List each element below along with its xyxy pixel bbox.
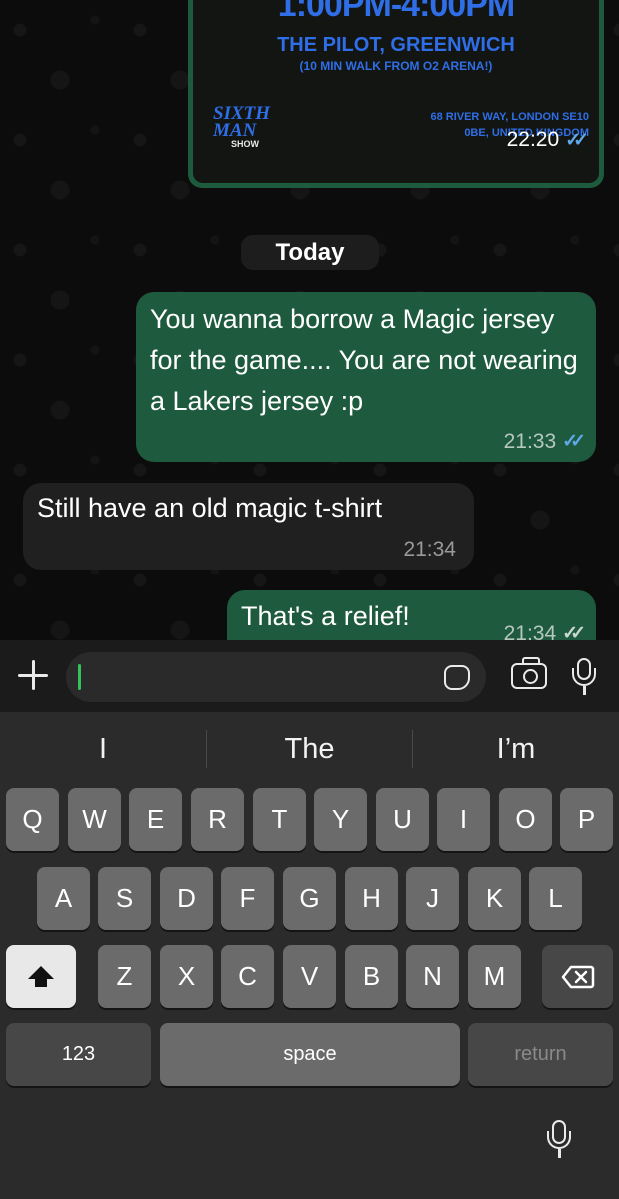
key-o[interactable]: O [499,788,552,851]
logo-word-show: SHOW [231,139,259,149]
flyer-image[interactable]: 1:00PM-4:00PM THE PILOT, GREENWICH (10 M… [193,0,599,183]
key-q[interactable]: Q [6,788,59,851]
message-meta: 22:20 ✓✓ [506,128,589,152]
outgoing-message[interactable]: That's a relief! 21:34 ✓✓ [227,590,596,640]
key-d[interactable]: D [160,867,213,930]
message-composer [0,640,619,712]
return-key-label: return [514,1043,567,1065]
keyboard: I The I’m Q W E R T Y U I O P A S D F G … [0,712,619,1199]
key-y[interactable]: Y [314,788,367,851]
shift-arrow-icon [28,966,54,987]
message-time: 21:34 [503,622,557,640]
key-b[interactable]: B [345,945,398,1008]
flyer-walk-note: (10 MIN WALK FROM O2 ARENA!) [299,59,493,73]
flyer-venue: THE PILOT, GREENWICH [277,34,515,56]
microphone-icon[interactable] [572,658,596,696]
dictation-microphone-icon[interactable] [547,1120,571,1160]
flyer-time: 1:00PM-4:00PM [277,0,515,24]
backspace-icon [561,965,594,988]
key-v[interactable]: V [283,945,336,1008]
key-u[interactable]: U [376,788,429,851]
key-c[interactable]: C [221,945,274,1008]
read-ticks-icon: ✓✓ [562,431,586,452]
space-key[interactable]: space [160,1023,460,1086]
key-i[interactable]: I [437,788,490,851]
message-text: Still have an old magic t-shirt [37,493,383,523]
suggestion-2[interactable]: The [207,712,412,786]
key-s[interactable]: S [98,867,151,930]
key-a[interactable]: A [37,867,90,930]
address-line-1: 68 RIVER WAY, LONDON SE10 [430,111,589,123]
key-g[interactable]: G [283,867,336,930]
numbers-key-label: 123 [61,1043,96,1065]
message-meta: 21:34 ✓✓ [503,622,586,640]
key-e[interactable]: E [129,788,182,851]
sixth-man-show-logo: SIXTH MAN SHOW [213,104,291,149]
key-l[interactable]: L [529,867,582,930]
message-meta: 21:34 [403,538,456,562]
message-time: 21:34 [403,538,456,561]
plus-icon[interactable] [16,658,50,692]
key-r[interactable]: R [191,788,244,851]
key-t[interactable]: T [253,788,306,851]
key-k[interactable]: K [468,867,521,930]
key-p[interactable]: P [560,788,613,851]
sticker-icon[interactable] [444,665,470,690]
chat-area[interactable]: 1:00PM-4:00PM THE PILOT, GREENWICH (10 M… [0,0,619,640]
message-time: 22:20 [506,128,560,151]
flyer-image-message[interactable]: 1:00PM-4:00PM THE PILOT, GREENWICH (10 M… [188,0,604,188]
key-w[interactable]: W [68,788,121,851]
logo-word-man: MAN [213,120,257,141]
message-time: 21:33 [503,430,557,453]
text-caret [78,664,81,690]
outgoing-message[interactable]: You wanna borrow a Magic jersey for the … [136,292,596,462]
backspace-key[interactable] [542,945,613,1008]
camera-icon[interactable] [511,657,547,689]
suggestion-3[interactable]: I’m [413,712,619,786]
incoming-message[interactable]: Still have an old magic t-shirt 21:34 [23,483,474,570]
key-j[interactable]: J [406,867,459,930]
numbers-key[interactable]: 123 [6,1023,151,1086]
key-x[interactable]: X [160,945,213,1008]
key-m[interactable]: M [468,945,521,1008]
message-text: You wanna borrow a Magic jersey for the … [150,304,578,416]
suggestion-1[interactable]: I [0,712,206,786]
key-f[interactable]: F [221,867,274,930]
message-input[interactable] [66,652,486,702]
return-key[interactable]: return [468,1023,613,1086]
shift-key[interactable] [6,945,76,1008]
message-meta: 21:33 ✓✓ [503,430,586,454]
read-ticks-icon: ✓✓ [565,129,589,151]
space-key-label: space [283,1043,337,1065]
key-h[interactable]: H [345,867,398,930]
delivered-ticks-icon: ✓✓ [562,623,586,640]
key-z[interactable]: Z [98,945,151,1008]
key-n[interactable]: N [406,945,459,1008]
date-separator: Today [241,235,379,270]
